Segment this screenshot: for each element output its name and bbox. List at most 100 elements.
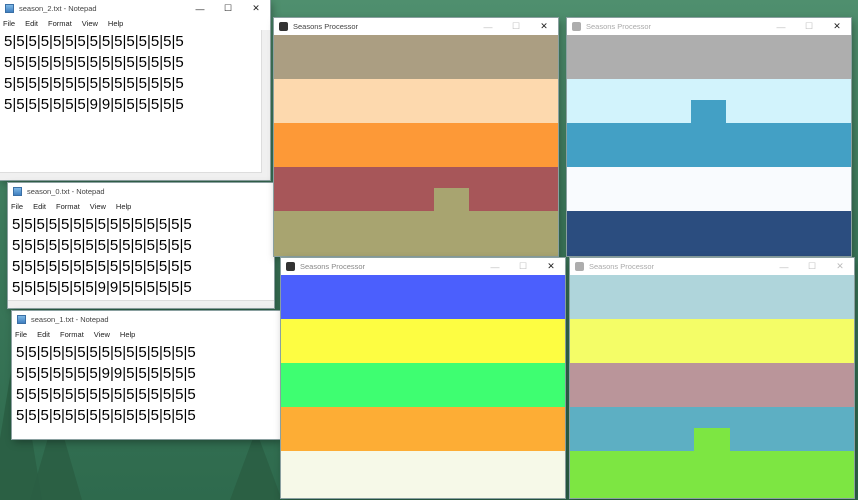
color-band xyxy=(274,167,558,211)
close-button[interactable]: ✕ xyxy=(530,18,558,35)
minimize-button[interactable]: — xyxy=(186,0,214,17)
color-band xyxy=(281,319,565,363)
text-line: 5|5|5|5|5|5|5|5|5|5|5|5|5|5|5 xyxy=(4,33,184,50)
color-band xyxy=(281,407,565,451)
seasons-processor-window-summer[interactable]: Seasons Processor — ☐ ✕ xyxy=(570,258,854,498)
menu-file[interactable]: File xyxy=(11,202,23,211)
menu-format[interactable]: Format xyxy=(60,330,84,339)
menu-file[interactable]: File xyxy=(3,19,15,28)
titlebar[interactable]: Seasons Processor — ☐ ✕ xyxy=(570,258,854,275)
notepad-icon xyxy=(5,4,14,13)
maximize-button[interactable]: ☐ xyxy=(795,18,823,35)
season-canvas xyxy=(281,275,565,498)
window-title: Seasons Processor xyxy=(589,262,655,271)
menu-edit[interactable]: Edit xyxy=(25,19,38,28)
notepad-window-season-0[interactable]: season_0.txt - Notepad File Edit Format … xyxy=(8,183,274,308)
text-editor[interactable]: 5|5|5|5|5|5|5|5|5|5|5|5|5|5|5 5|5|5|5|5|… xyxy=(12,341,280,439)
close-button[interactable]: ✕ xyxy=(242,0,270,17)
text-editor[interactable]: 5|5|5|5|5|5|5|5|5|5|5|5|5|5|5 5|5|5|5|5|… xyxy=(8,213,274,308)
unity-icon xyxy=(575,262,584,271)
notepad-window-season-2[interactable]: season_2.txt - Notepad — ☐ ✕ File Edit F… xyxy=(0,0,270,180)
text-line: 5|5|5|5|5|5|5|9|9|5|5|5|5|5|5 xyxy=(4,96,184,113)
color-band xyxy=(274,79,558,123)
color-band xyxy=(274,211,558,256)
close-button[interactable]: ✕ xyxy=(826,258,854,275)
window-title: Seasons Processor xyxy=(300,262,366,271)
menu-view[interactable]: View xyxy=(90,202,106,211)
titlebar[interactable]: Seasons Processor — ☐ ✕ xyxy=(281,258,565,275)
text-line: 5|5|5|5|5|5|5|9|9|5|5|5|5|5|5 xyxy=(16,365,196,382)
season-canvas xyxy=(570,275,854,498)
text-line: 5|5|5|5|5|5|5|5|5|5|5|5|5|5|5 xyxy=(12,237,192,254)
color-band xyxy=(567,35,851,79)
color-block xyxy=(694,428,730,472)
window-title: season_0.txt - Notepad xyxy=(27,187,105,196)
window-title: season_1.txt - Notepad xyxy=(31,315,109,324)
color-band xyxy=(281,451,565,498)
menu-format[interactable]: Format xyxy=(48,19,72,28)
color-band xyxy=(274,123,558,167)
text-line: 5|5|5|5|5|5|5|9|9|5|5|5|5|5|5 xyxy=(12,279,192,296)
window-title: season_2.txt - Notepad xyxy=(19,4,97,13)
color-band xyxy=(567,167,851,211)
seasons-processor-window-spring[interactable]: Seasons Processor — ☐ ✕ xyxy=(281,258,565,498)
tree-silhouette xyxy=(230,430,282,500)
menu-bar: File Edit Format View Help xyxy=(0,17,270,30)
window-title: Seasons Processor xyxy=(586,22,652,31)
text-line: 5|5|5|5|5|5|5|5|5|5|5|5|5|5|5 xyxy=(16,344,196,361)
menu-format[interactable]: Format xyxy=(56,202,80,211)
color-block xyxy=(691,100,726,144)
menu-help[interactable]: Help xyxy=(116,202,131,211)
text-line: 5|5|5|5|5|5|5|5|5|5|5|5|5|5|5 xyxy=(12,216,192,233)
titlebar[interactable]: season_1.txt - Notepad xyxy=(12,311,280,328)
window-title: Seasons Processor xyxy=(293,22,359,31)
close-button[interactable]: ✕ xyxy=(537,258,565,275)
text-line: 5|5|5|5|5|5|5|5|5|5|5|5|5|5|5 xyxy=(16,407,196,424)
unity-icon xyxy=(279,22,288,31)
notepad-window-season-1[interactable]: season_1.txt - Notepad File Edit Format … xyxy=(12,311,280,439)
text-line: 5|5|5|5|5|5|5|5|5|5|5|5|5|5|5 xyxy=(16,386,196,403)
color-band xyxy=(274,35,558,79)
color-band xyxy=(570,275,854,319)
menu-file[interactable]: File xyxy=(15,330,27,339)
color-band xyxy=(567,211,851,256)
seasons-processor-window-autumn[interactable]: Seasons Processor — ☐ ✕ xyxy=(274,18,558,256)
color-band xyxy=(570,363,854,407)
season-canvas xyxy=(274,35,558,256)
text-editor[interactable]: 5|5|5|5|5|5|5|5|5|5|5|5|5|5|5 5|5|5|5|5|… xyxy=(0,30,270,180)
menu-bar: File Edit Format View Help xyxy=(12,328,280,341)
titlebar[interactable]: Seasons Processor — ☐ ✕ xyxy=(567,18,851,35)
menu-view[interactable]: View xyxy=(82,19,98,28)
menu-view[interactable]: View xyxy=(94,330,110,339)
notepad-icon xyxy=(17,315,26,324)
maximize-button[interactable]: ☐ xyxy=(502,18,530,35)
minimize-button[interactable]: — xyxy=(770,258,798,275)
maximize-button[interactable]: ☐ xyxy=(798,258,826,275)
menu-help[interactable]: Help xyxy=(120,330,135,339)
unity-icon xyxy=(286,262,295,271)
menu-edit[interactable]: Edit xyxy=(37,330,50,339)
titlebar[interactable]: season_0.txt - Notepad xyxy=(8,183,274,200)
close-button[interactable]: ✕ xyxy=(823,18,851,35)
notepad-icon xyxy=(13,187,22,196)
color-block xyxy=(434,188,469,232)
minimize-button[interactable]: — xyxy=(767,18,795,35)
color-band xyxy=(281,275,565,319)
menu-bar: File Edit Format View Help xyxy=(8,200,274,213)
maximize-button[interactable]: ☐ xyxy=(509,258,537,275)
text-line: 5|5|5|5|5|5|5|5|5|5|5|5|5|5|5 xyxy=(4,75,184,92)
maximize-button[interactable]: ☐ xyxy=(214,0,242,17)
menu-edit[interactable]: Edit xyxy=(33,202,46,211)
vertical-scrollbar[interactable] xyxy=(261,30,270,180)
horizontal-scrollbar[interactable] xyxy=(0,172,262,180)
titlebar[interactable]: season_2.txt - Notepad — ☐ ✕ xyxy=(0,0,270,17)
minimize-button[interactable]: — xyxy=(474,18,502,35)
text-line: 5|5|5|5|5|5|5|5|5|5|5|5|5|5|5 xyxy=(4,54,184,71)
text-line: 5|5|5|5|5|5|5|5|5|5|5|5|5|5|5 xyxy=(12,258,192,275)
menu-help[interactable]: Help xyxy=(108,19,123,28)
titlebar[interactable]: Seasons Processor — ☐ ✕ xyxy=(274,18,558,35)
seasons-processor-window-winter[interactable]: Seasons Processor — ☐ ✕ xyxy=(567,18,851,256)
color-band xyxy=(570,319,854,363)
horizontal-scrollbar[interactable] xyxy=(8,300,274,308)
minimize-button[interactable]: — xyxy=(481,258,509,275)
